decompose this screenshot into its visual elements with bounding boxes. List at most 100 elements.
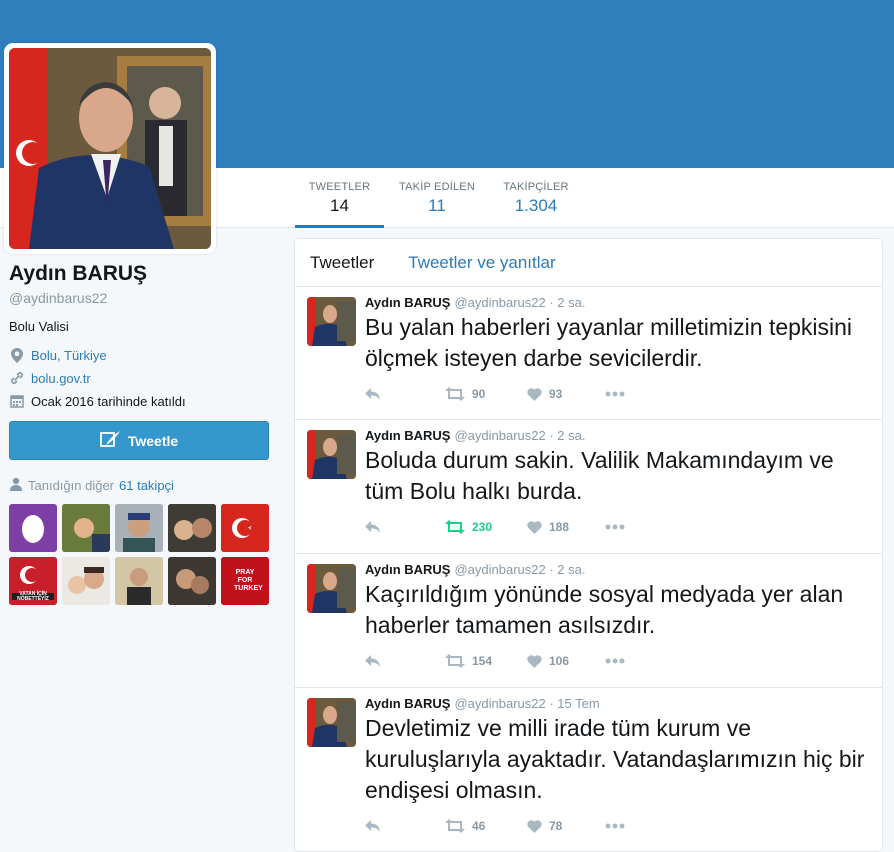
reply-button[interactable] [365, 521, 445, 533]
tweet-author[interactable]: Aydın BARUŞ [365, 428, 450, 443]
follower-thumb[interactable] [221, 504, 269, 552]
tweet-text: Kaçırıldığım yönünde sosyal medyada yer … [365, 581, 844, 638]
tweet-meta[interactable]: @aydinbarus22 · 2 sa. [454, 562, 585, 577]
person-icon [9, 477, 23, 494]
stat-following-value: 11 [428, 196, 446, 215]
known-prefix: Tanıdığın diğer [28, 478, 115, 493]
reply-icon [365, 820, 380, 832]
timeline: Tweetler Tweetler ve yanıtlar Aydın BARU… [294, 238, 883, 852]
follower-thumb[interactable] [168, 557, 216, 605]
tweet-author[interactable]: Aydın BARUŞ [365, 562, 450, 577]
profile-website: bolu.gov.tr [9, 370, 271, 386]
tweet-header: Aydın BARUŞ @aydinbarus22 · 2 sa. [365, 428, 868, 443]
reply-button[interactable] [365, 655, 445, 667]
tweet-avatar[interactable] [307, 430, 356, 479]
profile-name[interactable]: Aydın BARUŞ [9, 262, 271, 286]
profile-location: Bolu, Türkiye [9, 347, 271, 363]
tweet-meta[interactable]: @aydinbarus22 · 2 sa. [454, 428, 585, 443]
like-button[interactable]: 78 [527, 819, 605, 833]
tweet-item[interactable]: Aydın BARUŞ @aydinbarus22 · 2 sa. Bu yal… [295, 287, 882, 420]
more-dots-icon [605, 823, 625, 829]
tweet-text: Bu yalan haberleri yayanlar milletimizin… [365, 314, 853, 371]
retweet-count: 154 [472, 654, 493, 668]
more-button[interactable] [605, 524, 625, 530]
reply-icon [365, 388, 380, 400]
profile-card: Aydın BARUŞ @aydinbarus22 Bolu Valisi Bo… [9, 262, 271, 605]
like-count: 78 [549, 819, 563, 833]
tweet-meta[interactable]: @aydinbarus22 · 15 Tem [454, 696, 599, 711]
more-button[interactable] [605, 823, 625, 829]
tweet-item[interactable]: Aydın BARUŞ @aydinbarus22 · 2 sa. Kaçırı… [295, 554, 882, 688]
stat-tweets-label: TWEETLER [308, 181, 371, 193]
website-link[interactable]: bolu.gov.tr [31, 371, 91, 386]
more-button[interactable] [605, 391, 625, 397]
like-count: 93 [549, 387, 563, 401]
retweet-button[interactable]: 154 [445, 654, 527, 668]
tweet-header: Aydın BARUŞ @aydinbarus22 · 2 sa. [365, 562, 868, 577]
like-button[interactable]: 106 [527, 654, 605, 668]
follower-thumb[interactable] [115, 557, 163, 605]
tweet-actions: 230 188 [365, 507, 868, 547]
tweet-author[interactable]: Aydın BARUŞ [365, 295, 450, 310]
tweet-avatar[interactable] [307, 698, 356, 747]
tweet-text: Boluda durum sakin. Valilik Makamındayım… [365, 447, 834, 504]
follower-thumb[interactable]: PRAY FOR TURKEY [221, 557, 269, 605]
stat-following-label: TAKİP EDİLEN [399, 181, 475, 193]
follower-thumb[interactable]: VATAN İÇİN NÖBETTEYİZ [9, 557, 57, 605]
known-count-link[interactable]: 61 takipçi [119, 478, 174, 493]
reply-icon [365, 521, 380, 533]
follower-grid: VATAN İÇİN NÖBETTEYİZ PRAY FOR TURKEY [9, 504, 271, 605]
link-icon [9, 370, 25, 386]
retweet-icon [445, 654, 465, 668]
profile-bio: Bolu Valisi [9, 319, 69, 334]
tweet-author[interactable]: Aydın BARUŞ [365, 696, 450, 711]
profile-joined: Ocak 2016 tarihinde katıldı [9, 393, 271, 409]
retweet-count: 90 [472, 387, 486, 401]
profile-avatar[interactable] [4, 43, 216, 254]
tweet-avatar[interactable] [307, 297, 356, 346]
reply-button[interactable] [365, 820, 445, 832]
follower-thumb[interactable] [62, 557, 110, 605]
tweet-text: Devletimiz ve milli irade tüm kurum ve k… [365, 715, 865, 803]
tweet-actions: 154 106 [365, 641, 868, 681]
more-dots-icon [605, 658, 625, 664]
calendar-icon [9, 393, 25, 409]
retweet-button[interactable]: 230 [445, 520, 527, 534]
follower-thumb[interactable] [115, 504, 163, 552]
follower-thumb[interactable] [168, 504, 216, 552]
tweet-header: Aydın BARUŞ @aydinbarus22 · 2 sa. [365, 295, 868, 310]
profile-handle: @aydinbarus22 [9, 290, 108, 306]
like-count: 106 [549, 654, 570, 668]
tweet-actions: 46 78 [365, 806, 868, 846]
retweet-button[interactable]: 90 [445, 387, 527, 401]
follower-thumb[interactable] [62, 504, 110, 552]
retweet-button[interactable]: 46 [445, 819, 527, 833]
retweet-icon [445, 520, 465, 534]
like-button[interactable]: 188 [527, 520, 605, 534]
joined-text: Ocak 2016 tarihinde katıldı [31, 393, 186, 409]
stat-following[interactable]: TAKİP EDİLEN 11 [392, 168, 482, 228]
more-button[interactable] [605, 658, 625, 664]
tab-tweets[interactable]: Tweetler [310, 253, 374, 273]
like-count: 188 [549, 520, 570, 534]
timeline-tabs: Tweetler Tweetler ve yanıtlar [295, 239, 882, 287]
follower-thumb[interactable] [9, 504, 57, 552]
known-followers: Tanıdığın diğer 61 takipçi [9, 477, 271, 494]
stat-followers[interactable]: TAKİPÇİLER 1.304 [496, 168, 576, 228]
retweet-count: 230 [472, 520, 493, 534]
reply-button[interactable] [365, 388, 445, 400]
tweet-button[interactable]: Tweetle [9, 421, 269, 460]
tweet-avatar[interactable] [307, 564, 356, 613]
tweet-button-label: Tweetle [127, 432, 179, 449]
tweet-header: Aydın BARUŞ @aydinbarus22 · 15 Tem [365, 696, 868, 711]
like-button[interactable]: 93 [527, 387, 605, 401]
stat-followers-label: TAKİPÇİLER [503, 181, 569, 193]
tab-tweets-replies[interactable]: Tweetler ve yanıtlar [408, 253, 555, 273]
reply-icon [365, 655, 380, 667]
tweet-meta[interactable]: @aydinbarus22 · 2 sa. [454, 295, 585, 310]
location-link[interactable]: Bolu, Türkiye [31, 348, 107, 363]
stat-tweets[interactable]: TWEETLER 14 [295, 168, 384, 228]
quill-icon [99, 430, 122, 451]
tweet-item[interactable]: Aydın BARUŞ @aydinbarus22 · 15 Tem Devle… [295, 688, 882, 851]
tweet-item[interactable]: Aydın BARUŞ @aydinbarus22 · 2 sa. Boluda… [295, 420, 882, 554]
